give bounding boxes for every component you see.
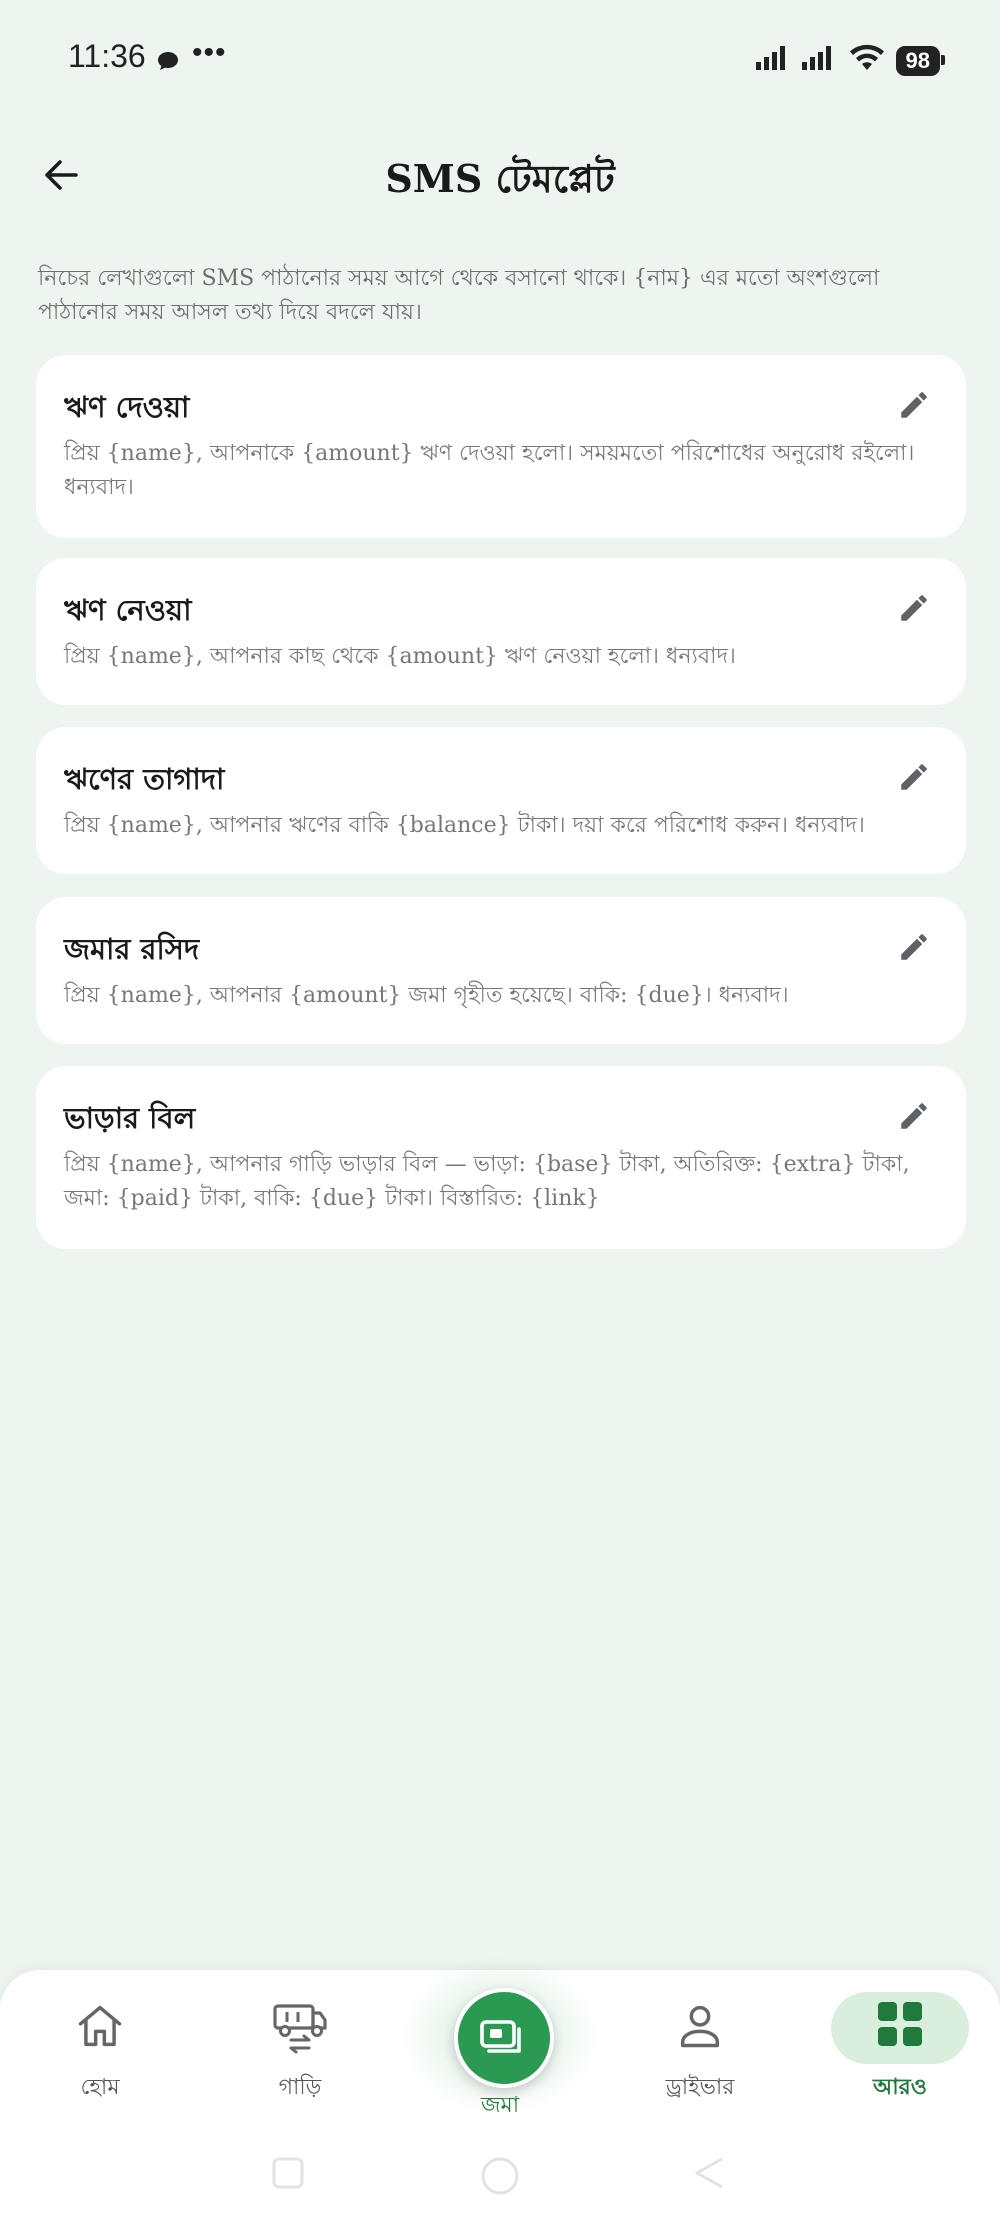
home-circle-icon xyxy=(481,2157,519,2195)
deposit-icon xyxy=(480,2020,521,2053)
template-title: ঋণ নেওয়া xyxy=(64,593,192,627)
template-card-deposit-receipt[interactable]: জমার রসিদ প্রিয় {name}, আপনার {amount} … xyxy=(36,897,966,1044)
wifi-icon xyxy=(848,44,886,76)
pencil-icon xyxy=(901,934,927,960)
page-title: SMS টেমপ্লেট xyxy=(385,156,615,201)
template-card-loan-given[interactable]: ঋণ দেওয়া প্রিয় {name}, আপনাকে {amount}… xyxy=(36,355,966,538)
nav-label-deposit: জমা xyxy=(480,2093,520,2118)
battery-indicator: 98 xyxy=(895,46,946,76)
template-title: জমার রসিদ xyxy=(64,932,200,966)
signal-icon-2 xyxy=(801,44,838,76)
deposit-fab-button[interactable] xyxy=(454,1988,554,2088)
edit-button[interactable] xyxy=(892,925,936,969)
template-title: ঋণ দেওয়া xyxy=(64,390,190,424)
template-title: ঋণের তাগাদা xyxy=(64,762,225,796)
more-notifications-icon: ••• xyxy=(192,36,227,69)
nav-label-more: আরও xyxy=(873,2074,927,2100)
pencil-icon xyxy=(901,1103,927,1129)
nav-label-driver: ড্রাইভার xyxy=(665,2075,735,2100)
template-card-loan-taken[interactable]: ঋণ নেওয়া প্রিয় {name}, আপনার কাছ থেকে … xyxy=(36,558,966,705)
template-card-rent-bill[interactable]: ভাড়ার বিল প্রিয় {name}, আপনার গাড়ি ভা… xyxy=(36,1066,966,1249)
home-icon xyxy=(74,2000,126,2056)
pencil-icon xyxy=(901,392,927,418)
edit-button[interactable] xyxy=(892,1094,936,1138)
template-body: প্রিয় {name}, আপনার {amount} জমা গৃহীত … xyxy=(64,983,789,1008)
person-icon xyxy=(674,2000,726,2056)
nav-label-home: হোম xyxy=(80,2075,120,2100)
system-recents-button[interactable] xyxy=(270,2155,306,2195)
back-triangle-icon xyxy=(695,2157,723,2189)
status-time: 11:36 xyxy=(68,38,146,74)
template-body: প্রিয় {name}, আপনার কাছ থেকে {amount} ঋ… xyxy=(64,644,736,669)
recents-icon xyxy=(272,2157,304,2189)
template-title: ভাড়ার বিল xyxy=(64,1101,196,1135)
app-header: SMS টেমপ্লেট xyxy=(0,130,1000,220)
chat-bubble-icon xyxy=(156,50,180,76)
signal-icon xyxy=(755,44,792,76)
template-body: প্রিয় {name}, আপনার গাড়ি ভাড়ার বিল — … xyxy=(64,1152,910,1211)
edit-button[interactable] xyxy=(892,586,936,630)
intro-text: নিচের লেখাগুলো SMS পাঠানোর সময় আগে থেকে… xyxy=(38,266,880,325)
template-body: প্রিয় {name}, আপনার ঋণের বাকি {balance}… xyxy=(64,813,865,838)
status-indicators: 98 xyxy=(755,44,946,76)
edit-button[interactable] xyxy=(892,383,936,427)
edit-button[interactable] xyxy=(892,755,936,799)
nav-label-vehicle: গাড়ি xyxy=(278,2075,322,2100)
grid-icon xyxy=(876,2000,924,2052)
template-card-loan-reminder[interactable]: ঋণের তাগাদা প্রিয় {name}, আপনার ঋণের বা… xyxy=(36,727,966,874)
vehicle-icon xyxy=(271,2000,329,2060)
pencil-icon xyxy=(901,595,927,621)
status-bar: 11:36 ••• 98 xyxy=(0,0,1000,120)
template-body: প্রিয় {name}, আপনাকে {amount} ঋণ দেওয়া… xyxy=(64,441,915,500)
system-home-button[interactable] xyxy=(479,2155,521,2201)
pencil-icon xyxy=(901,764,927,790)
system-back-button[interactable] xyxy=(692,2155,728,2195)
